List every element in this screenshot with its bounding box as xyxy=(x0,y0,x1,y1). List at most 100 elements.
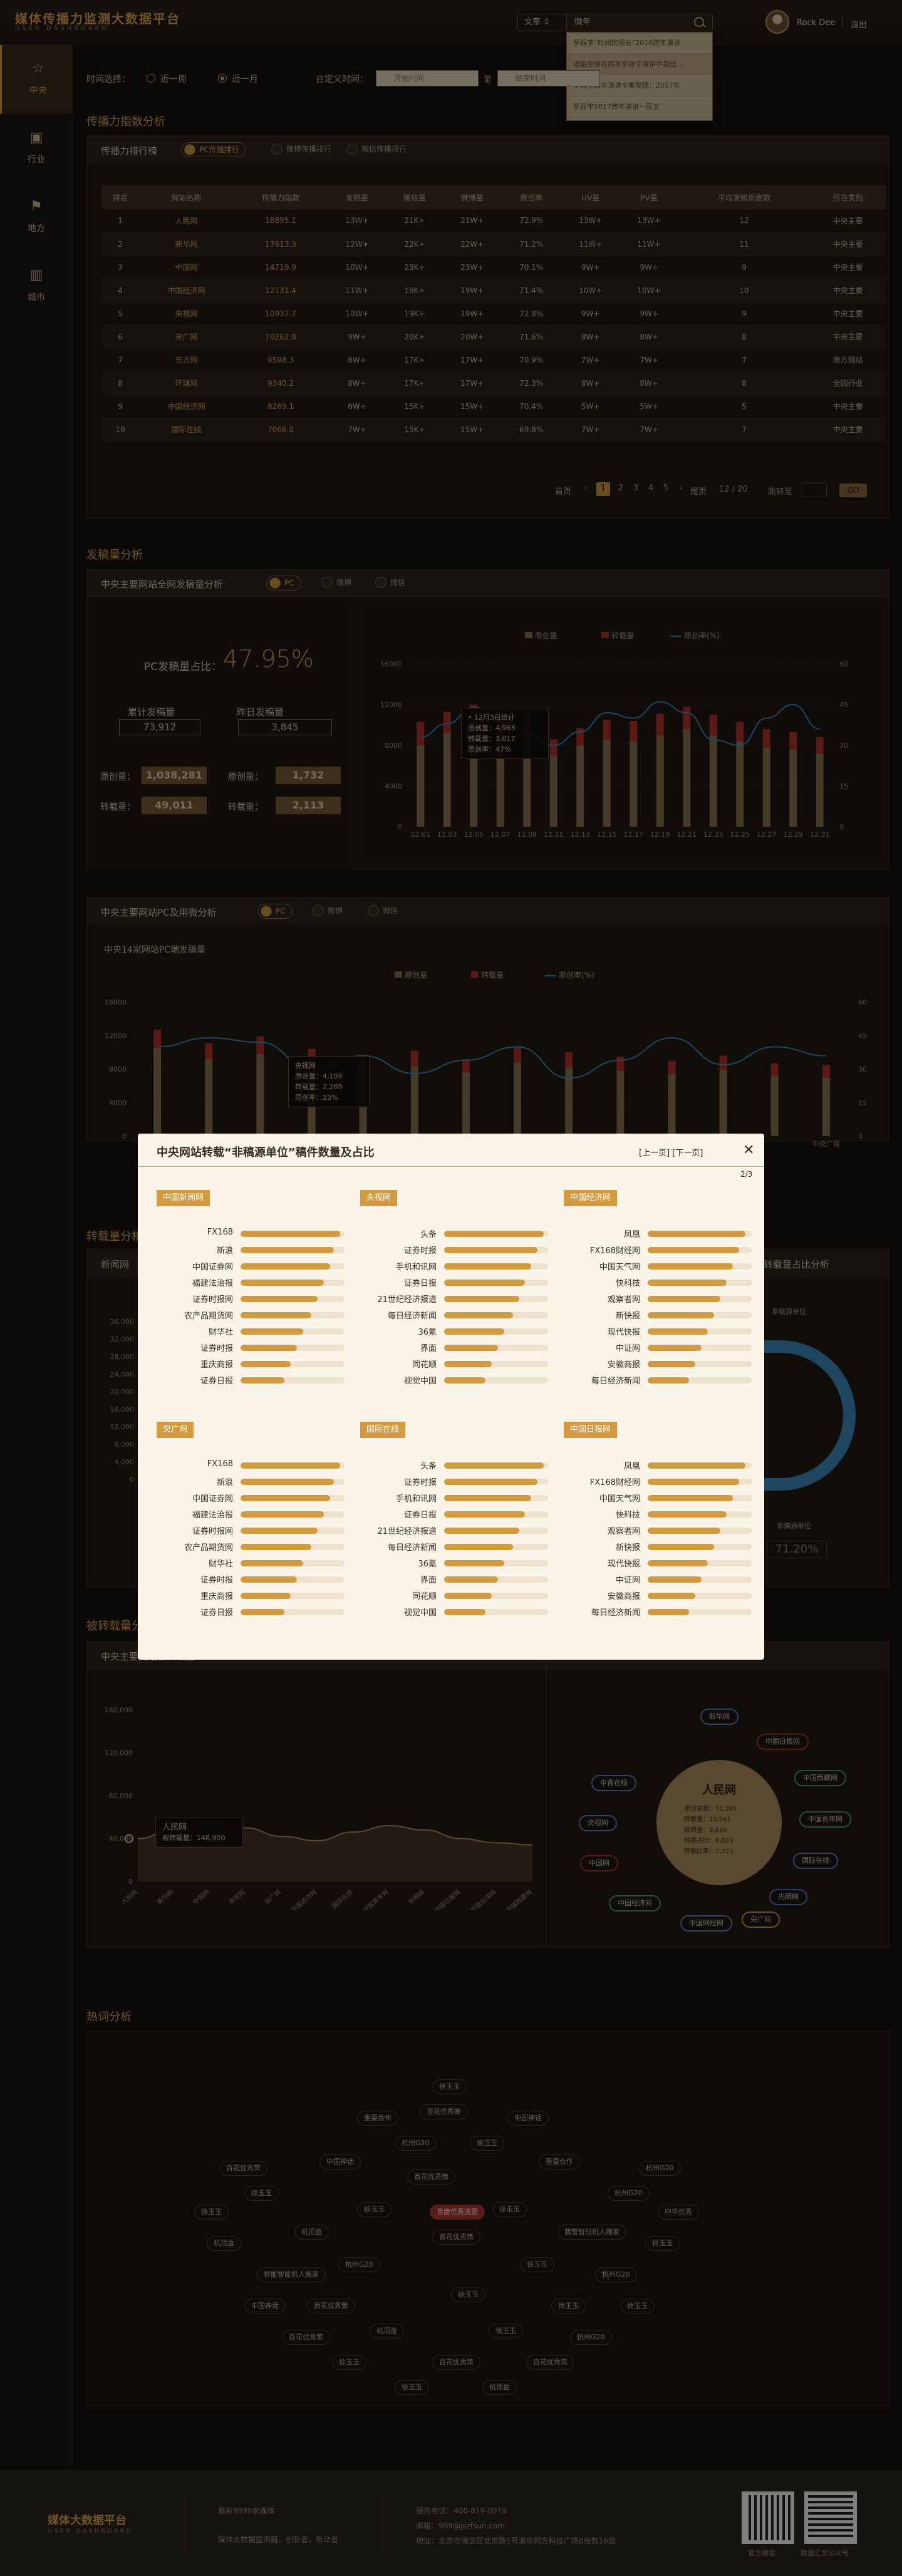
bar-label: 新快报 xyxy=(615,1311,640,1321)
bar-fill xyxy=(241,1247,334,1253)
bar-row: 36氪 xyxy=(360,1557,548,1570)
bar-track xyxy=(444,1247,548,1253)
bar-fill xyxy=(241,1345,297,1351)
bar-row: 中证网 xyxy=(564,1342,752,1354)
bar-track xyxy=(241,1560,345,1566)
bar-row: 中国证券网 xyxy=(157,1260,345,1273)
bar-row: 视觉中国 xyxy=(360,1606,548,1618)
bar-fill xyxy=(444,1280,526,1286)
bar-label: 视觉中国 xyxy=(403,1608,437,1618)
bar-fill xyxy=(241,1377,284,1384)
bar-row: 中国天气网 xyxy=(564,1492,752,1504)
bar-row: 每日经济新闻 xyxy=(360,1309,548,1322)
bar-fill xyxy=(241,1593,291,1599)
repost-modal: 中央网站转载“非稿源单位”稿件数量及占比 [上一页] [下一页] ✕ 2/3 中… xyxy=(138,1134,764,1660)
bar-label: FX168财经网 xyxy=(589,1478,640,1487)
bar-track xyxy=(648,1544,752,1550)
bar-label: 同花顺 xyxy=(412,1592,437,1601)
bar-track xyxy=(444,1345,548,1351)
bar-row: 证券时报网 xyxy=(157,1524,345,1537)
bar-row: 同花顺 xyxy=(360,1590,548,1602)
bar-fill xyxy=(444,1479,538,1485)
bar-label: 财华社 xyxy=(208,1328,233,1337)
bar-row: 重庆商报 xyxy=(157,1358,345,1370)
bar-row: 安徽商报 xyxy=(564,1590,752,1602)
bar-fill xyxy=(648,1280,727,1286)
bar-label: 中国证券网 xyxy=(192,1263,233,1272)
bar-fill xyxy=(648,1312,715,1318)
bar-label: 36氪 xyxy=(418,1328,437,1337)
bar-track xyxy=(241,1609,345,1615)
bar-track xyxy=(241,1479,345,1485)
bar-row: 界面 xyxy=(360,1573,548,1586)
bar-label: 福建法治报 xyxy=(192,1511,233,1520)
bar-fill xyxy=(648,1511,727,1518)
bar-track xyxy=(241,1511,345,1518)
bar-fill xyxy=(444,1296,519,1302)
bar-row: 界面 xyxy=(360,1342,548,1354)
bar-track xyxy=(241,1296,345,1302)
bar-label: 农产品期货网 xyxy=(184,1543,233,1553)
bar-fill xyxy=(444,1528,519,1534)
bar-row: FX168 xyxy=(157,1228,345,1240)
bar-track xyxy=(444,1361,548,1367)
bar-group: 中国新闻网 FX168 新浪 中国证券网 福建法治报 证券时报网 农产品期货网 财华社 证券时报… xyxy=(157,1190,345,1415)
bar-track xyxy=(648,1462,752,1469)
bar-track xyxy=(648,1479,752,1485)
bar-row: 证券时报 xyxy=(360,1476,548,1488)
bar-group: 央视网 头条 证券时报 手机和讯网 证券日报 21世纪经济报道 每日经济新闻 36氪 界面 同花顺… xyxy=(360,1190,548,1415)
bar-track xyxy=(241,1247,345,1253)
bar-track xyxy=(241,1312,345,1318)
bar-fill xyxy=(648,1609,690,1615)
bar-label: 安徽商报 xyxy=(607,1592,640,1601)
bar-track xyxy=(241,1495,345,1501)
bar-label: 每日经济新闻 xyxy=(387,1311,437,1321)
bar-row: 凤凰 xyxy=(564,1459,752,1472)
bar-fill xyxy=(241,1361,291,1367)
bar-row: 每日经济新闻 xyxy=(564,1374,752,1387)
bar-row: 新浪 xyxy=(157,1476,345,1488)
bar-label: 证券日报 xyxy=(403,1511,437,1520)
bar-track xyxy=(648,1247,752,1253)
bar-track xyxy=(648,1593,752,1599)
bar-track xyxy=(444,1511,548,1518)
bar-fill xyxy=(444,1263,532,1270)
bar-track xyxy=(444,1231,548,1237)
bar-label: 证券时报 xyxy=(403,1478,437,1487)
bar-label: 快科技 xyxy=(615,1511,640,1520)
bar-row: 重庆商报 xyxy=(157,1590,345,1602)
close-icon[interactable]: ✕ xyxy=(743,1142,754,1158)
modal-pagination[interactable]: [上一页] [下一页] xyxy=(639,1146,703,1158)
bar-row: 证券日报 xyxy=(360,1508,548,1521)
bar-fill xyxy=(648,1560,708,1566)
bar-row: 快科技 xyxy=(564,1508,752,1521)
bar-row: 现代快报 xyxy=(564,1325,752,1338)
bar-label: 证券时报网 xyxy=(192,1527,233,1536)
bar-label: 证券时报网 xyxy=(192,1295,233,1305)
bar-label: 36氪 xyxy=(418,1560,437,1569)
bar-fill xyxy=(241,1511,324,1518)
bar-label: 财华社 xyxy=(208,1560,233,1569)
bar-label: 中国证券网 xyxy=(192,1494,233,1504)
bar-track xyxy=(444,1462,548,1469)
bar-fill xyxy=(648,1593,696,1599)
bar-label: 新浪 xyxy=(216,1246,233,1256)
bar-fill xyxy=(444,1231,544,1237)
bar-row: 每日经济新闻 xyxy=(564,1606,752,1618)
bar-track xyxy=(648,1328,752,1335)
bar-track xyxy=(648,1345,752,1351)
bar-fill xyxy=(444,1462,544,1469)
bar-fill xyxy=(241,1560,303,1566)
bar-fill xyxy=(241,1263,330,1270)
bar-row: 中国天气网 xyxy=(564,1260,752,1273)
group-tag: 中国经济网 xyxy=(564,1190,618,1206)
bar-label: 证券时报 xyxy=(200,1576,233,1585)
bar-label: 证券时报 xyxy=(403,1246,437,1256)
bar-fill xyxy=(444,1247,538,1253)
bar-label: 手机和讯网 xyxy=(395,1494,437,1504)
bar-fill xyxy=(241,1528,318,1534)
bar-fill xyxy=(241,1280,324,1286)
bar-fill xyxy=(241,1479,334,1485)
bar-label: 现代快报 xyxy=(607,1560,640,1569)
bar-label: 福建法治报 xyxy=(192,1279,233,1288)
